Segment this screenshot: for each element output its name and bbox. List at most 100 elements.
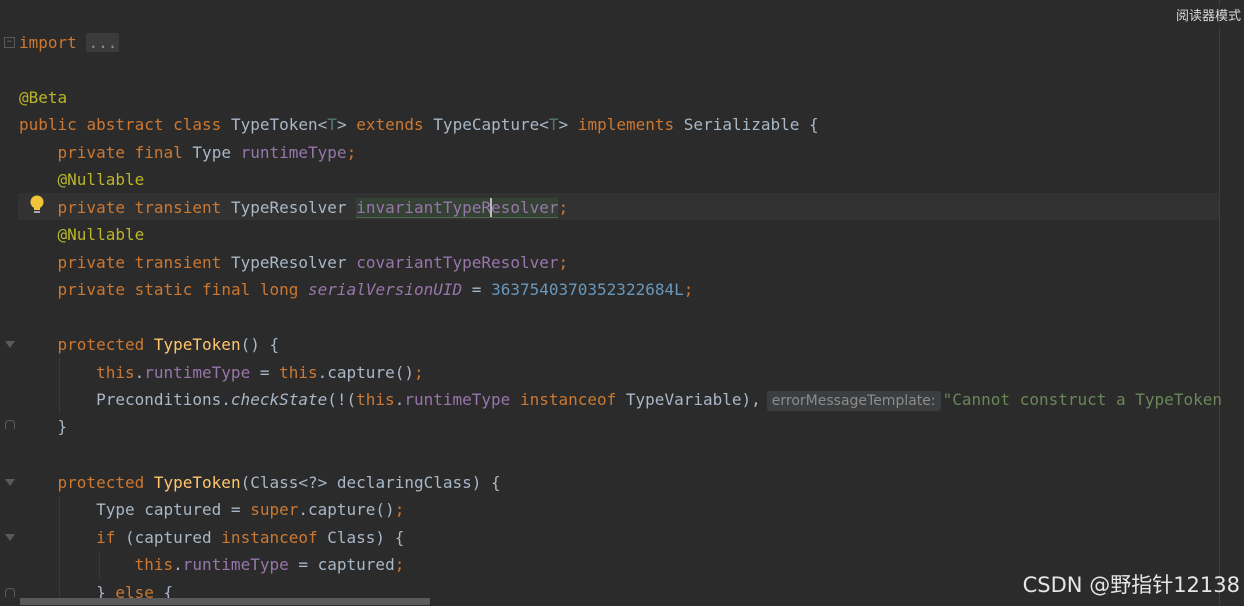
keyword: class: [173, 115, 222, 134]
dot: .: [173, 555, 183, 574]
watermark: CSDN @野指针12138: [1022, 573, 1240, 597]
code-line-assign1[interactable]: this.runtimeType = this.capture();: [19, 359, 424, 386]
code-line-captured[interactable]: Type captured = super.capture();: [19, 496, 404, 523]
keyword: protected: [57, 473, 145, 492]
type: TypeResolver: [230, 198, 347, 217]
reader-mode-button[interactable]: 阅读器模式: [1172, 6, 1244, 28]
method-name: TypeToken: [153, 335, 241, 354]
keyword: transient: [134, 253, 222, 272]
method-name: TypeToken: [153, 473, 241, 492]
keyword: super: [250, 500, 299, 519]
keyword: static: [134, 280, 193, 299]
code-line-annotation[interactable]: @Nullable: [19, 221, 145, 248]
horizontal-scrollbar[interactable]: [20, 598, 430, 605]
code-line-class-decl[interactable]: public abstract class TypeToken<T> exten…: [19, 111, 819, 138]
punct: <: [539, 115, 549, 134]
punct: <: [317, 115, 328, 134]
field: runtimeType: [144, 363, 251, 382]
right-margin-guide: [1219, 0, 1220, 605]
fold-start-icon[interactable]: [5, 534, 15, 541]
fold-end-icon[interactable]: [5, 588, 15, 597]
keyword: protected: [57, 335, 145, 354]
gutter: [0, 0, 18, 605]
semicolon: ;: [558, 198, 569, 217]
number-literal: 3637540370352322684L: [491, 280, 684, 299]
keyword: implements: [577, 115, 675, 134]
code-line-import[interactable]: import ...: [19, 29, 120, 56]
keyword: private: [57, 280, 125, 299]
field: runtimeType: [182, 555, 289, 574]
code-line-runtime-type[interactable]: private final Type runtimeType;: [19, 139, 357, 166]
operator: =: [471, 280, 482, 299]
semicolon: ;: [346, 143, 357, 162]
type: Type: [192, 143, 231, 162]
keyword: extends: [356, 115, 424, 134]
call: .capture(): [298, 500, 395, 519]
semicolon: ;: [683, 280, 694, 299]
fold-start-icon[interactable]: [5, 341, 15, 348]
keyword: final: [134, 143, 183, 162]
keyword: private: [57, 143, 125, 162]
semicolon: ;: [413, 363, 424, 382]
keyword: this: [134, 555, 174, 574]
code-editor[interactable]: − import ... @Beta public abstract class…: [0, 0, 1244, 605]
operator: =: [250, 363, 280, 382]
keyword: import: [19, 33, 77, 52]
text-caret: [490, 198, 493, 217]
fold-start-icon[interactable]: [5, 479, 15, 486]
interface-name: Serializable: [683, 115, 800, 134]
static-field: serialVersionUID: [308, 280, 463, 299]
keyword: public: [19, 115, 77, 134]
punct: (!(: [327, 390, 357, 409]
class-name: TypeToken: [230, 115, 318, 134]
keyword: this: [356, 390, 395, 409]
class-ref: Preconditions.: [96, 390, 231, 409]
annotation: @Nullable: [57, 225, 145, 244]
field-part: esolver: [491, 198, 559, 217]
fold-end-icon[interactable]: [5, 420, 15, 429]
keyword: this: [279, 363, 318, 382]
code-line-ctor1[interactable]: protected TypeToken() {: [19, 331, 280, 358]
brace: {: [809, 115, 819, 134]
keyword: instanceof: [221, 528, 318, 547]
semicolon: ;: [394, 500, 405, 519]
code-line-invariant-resolver[interactable]: private transient TypeResolver invariant…: [19, 194, 568, 221]
semicolon: ;: [394, 555, 405, 574]
decl: Type captured =: [96, 500, 251, 519]
string-literal: "Cannot construct a TypeToken: [942, 390, 1222, 409]
dot: .: [394, 390, 405, 409]
code-line-annotation[interactable]: @Nullable: [19, 166, 145, 193]
field: runtimeType: [240, 143, 347, 162]
code-line-if[interactable]: if (captured instanceof Class) {: [19, 524, 404, 551]
code-line-annotation[interactable]: @Beta: [19, 84, 67, 111]
field-part: invariantTypeR: [356, 198, 492, 217]
keyword: abstract: [86, 115, 164, 134]
field: runtimeType: [404, 390, 511, 409]
type-param: T: [327, 115, 337, 134]
code-line-close[interactable]: }: [19, 413, 68, 440]
static-method: checkState: [230, 390, 328, 409]
punct: >: [336, 115, 347, 134]
type: TypeResolver: [230, 253, 347, 272]
fold-expand-icon[interactable]: −: [4, 37, 15, 48]
semicolon: ;: [558, 253, 569, 272]
code-line-covariant-resolver[interactable]: private transient TypeResolver covariant…: [19, 249, 569, 276]
keyword: final: [202, 280, 251, 299]
highlighted-field: invariantTypeResolver: [356, 198, 559, 218]
rest: = captured: [288, 555, 395, 574]
code-line-ctor2[interactable]: protected TypeToken(Class<?> declaringCl…: [19, 469, 501, 496]
code-line-precondition[interactable]: Preconditions.checkState(!(this.runtimeT…: [19, 386, 1222, 413]
annotation: @Beta: [19, 88, 68, 107]
params: (Class<?> declaringClass) {: [240, 473, 501, 492]
parent-class: TypeCapture: [433, 115, 540, 134]
code-line-serial-uid[interactable]: private static final long serialVersionU…: [19, 276, 694, 303]
parameter-hint: errorMessageTemplate:: [766, 390, 941, 411]
code-line-assign2[interactable]: this.runtimeType = captured;: [19, 551, 405, 578]
type: TypeVariable),: [625, 390, 761, 409]
annotation: @Nullable: [57, 170, 145, 189]
folded-imports-placeholder[interactable]: ...: [86, 33, 120, 52]
keyword: private: [57, 198, 125, 217]
keyword: if: [96, 528, 116, 547]
params: () {: [240, 335, 280, 354]
dot: .: [134, 363, 145, 382]
